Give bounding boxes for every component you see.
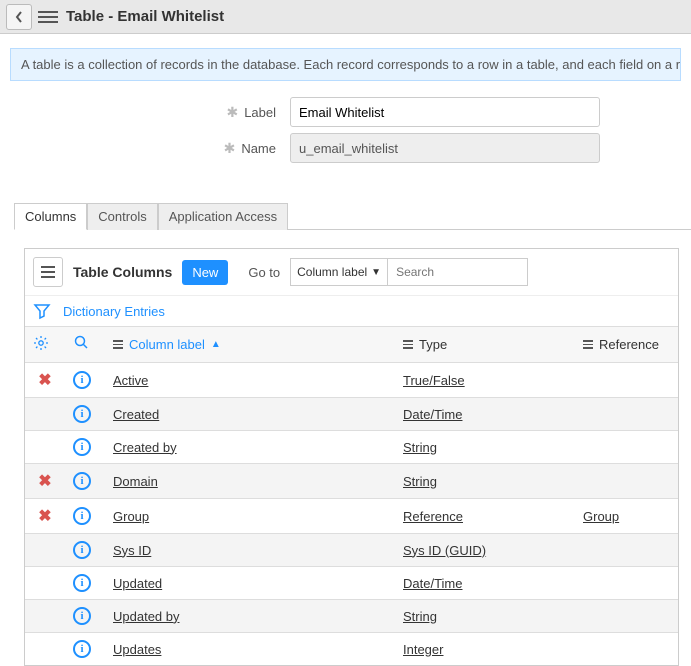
delete-row-icon[interactable]: ✖ xyxy=(33,471,57,491)
chevron-down-icon: ▼ xyxy=(371,267,381,278)
gear-icon xyxy=(33,339,49,354)
name-input[interactable] xyxy=(290,133,600,163)
list-toolbar: Table Columns New Go to Column label ▼ xyxy=(25,249,678,296)
form-section: ✱ Label ✱ Name xyxy=(0,91,691,181)
search-column-header[interactable] xyxy=(65,327,105,363)
tab-controls[interactable]: Controls xyxy=(87,203,157,230)
type-link[interactable]: String xyxy=(403,474,437,489)
info-icon[interactable]: i xyxy=(73,640,91,658)
list-menu-button[interactable] xyxy=(33,257,63,287)
table-row: ✖ i Group Reference Group xyxy=(25,499,678,534)
column-label-link[interactable]: Updates xyxy=(113,642,161,657)
name-field-label: Name xyxy=(241,141,276,156)
column-label-link[interactable]: Group xyxy=(113,509,149,524)
column-label-link[interactable]: Created by xyxy=(113,440,177,455)
tab-columns[interactable]: Columns xyxy=(14,203,87,230)
list-title: Table Columns xyxy=(73,264,172,280)
reference-header[interactable]: Reference xyxy=(575,327,678,363)
type-link[interactable]: True/False xyxy=(403,373,465,388)
table-row: ✖ i Active True/False xyxy=(25,363,678,398)
table-row: i Sys ID Sys ID (GUID) xyxy=(25,534,678,567)
tab-application-access[interactable]: Application Access xyxy=(158,203,288,230)
column-menu-icon xyxy=(403,340,413,349)
personalize-column-header[interactable] xyxy=(25,327,65,363)
columns-table: Column label ▲ Type Reference xyxy=(25,326,678,665)
info-icon[interactable]: i xyxy=(73,438,91,456)
chevron-left-icon xyxy=(14,10,24,24)
info-icon[interactable]: i xyxy=(73,472,91,490)
column-label-link[interactable]: Updated by xyxy=(113,609,180,624)
delete-row-icon[interactable]: ✖ xyxy=(33,506,57,526)
column-label-header[interactable]: Column label ▲ xyxy=(105,327,395,363)
info-icon[interactable]: i xyxy=(73,405,91,423)
filter-row: Dictionary Entries xyxy=(25,296,678,326)
back-button[interactable] xyxy=(6,4,32,30)
type-link[interactable]: String xyxy=(403,609,437,624)
type-link[interactable]: Integer xyxy=(403,642,443,657)
column-label-link[interactable]: Created xyxy=(113,407,159,422)
search-input[interactable] xyxy=(388,258,528,286)
page-header: Table - Email Whitelist xyxy=(0,0,691,34)
required-asterisk-icon: ✱ xyxy=(224,140,236,157)
info-icon[interactable]: i xyxy=(73,541,91,559)
column-label-link[interactable]: Updated xyxy=(113,576,162,591)
goto-label: Go to xyxy=(248,265,280,280)
type-link[interactable]: Sys ID (GUID) xyxy=(403,543,486,558)
page-title: Table - Email Whitelist xyxy=(66,8,224,25)
info-banner: A table is a collection of records in th… xyxy=(10,48,681,81)
goto-column-select[interactable]: Column label ▼ xyxy=(290,258,388,286)
column-menu-icon xyxy=(583,340,593,349)
column-label-link[interactable]: Domain xyxy=(113,474,158,489)
table-row: i Created Date/Time xyxy=(25,398,678,431)
dictionary-entries-link[interactable]: Dictionary Entries xyxy=(63,304,165,319)
sort-asc-icon: ▲ xyxy=(211,339,221,350)
column-label-link[interactable]: Active xyxy=(113,373,148,388)
required-asterisk-icon: ✱ xyxy=(226,104,238,121)
label-field-label: Label xyxy=(244,105,276,120)
type-link[interactable]: Date/Time xyxy=(403,407,462,422)
column-menu-icon xyxy=(113,340,123,349)
search-icon xyxy=(73,337,89,354)
column-label-link[interactable]: Sys ID xyxy=(113,543,151,558)
table-row: i Updated Date/Time xyxy=(25,567,678,600)
info-icon[interactable]: i xyxy=(73,574,91,592)
delete-row-icon[interactable]: ✖ xyxy=(33,370,57,390)
filter-icon[interactable] xyxy=(33,302,51,320)
type-link[interactable]: String xyxy=(403,440,437,455)
info-icon[interactable]: i xyxy=(73,507,91,525)
table-row: i Created by String xyxy=(25,431,678,464)
table-row: i Updates Integer xyxy=(25,633,678,666)
reference-link[interactable]: Group xyxy=(583,509,619,524)
type-header[interactable]: Type xyxy=(395,327,575,363)
info-icon[interactable]: i xyxy=(73,371,91,389)
type-link[interactable]: Date/Time xyxy=(403,576,462,591)
info-icon[interactable]: i xyxy=(73,607,91,625)
table-row: i Updated by String xyxy=(25,600,678,633)
new-button[interactable]: New xyxy=(182,260,228,285)
related-list: Table Columns New Go to Column label ▼ D… xyxy=(24,248,679,666)
type-link[interactable]: Reference xyxy=(403,509,463,524)
table-row: ✖ i Domain String xyxy=(25,464,678,499)
label-input[interactable] xyxy=(290,97,600,127)
context-menu-button[interactable] xyxy=(38,7,58,27)
tab-bar: Columns Controls Application Access xyxy=(14,203,691,230)
